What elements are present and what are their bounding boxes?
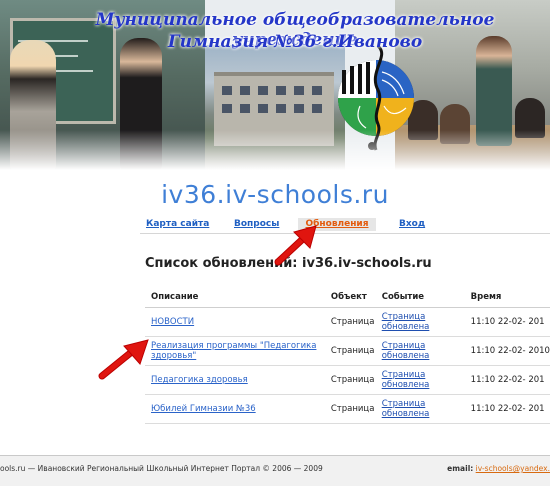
cell-event: Страница обновлена: [375, 365, 465, 395]
table-row: Педагогика здоровья Страница Страница об…: [145, 365, 550, 395]
cell-description: Реализация программы "Педагогика здоровь…: [145, 336, 325, 366]
cell-time: 11:10 22-02- 201: [464, 307, 550, 337]
top-nav: Карта сайта Вопросы Обновления Вход: [140, 215, 550, 234]
row-event-link[interactable]: Страница обновлена: [382, 312, 430, 332]
row-description-link[interactable]: Педагогика здоровья: [151, 375, 248, 385]
updates-table: Описание Объект Событие Время НОВОСТИ Ст…: [145, 287, 550, 424]
cell-description: Педагогика здоровья: [145, 365, 325, 395]
row-description-link[interactable]: Реализация программы "Педагогика здоровь…: [151, 341, 316, 361]
cell-time: 11:10 22-02- 201: [464, 365, 550, 395]
footer-copyright: ools.ru — Ивановский Региональный Школьн…: [0, 464, 323, 473]
cell-time: 11:10 22-02- 2010: [464, 336, 550, 366]
footer-email-link[interactable]: iv-schools@yandex.: [476, 464, 550, 473]
table-row: Реализация программы "Педагогика здоровь…: [145, 336, 550, 366]
nav-sitemap-link[interactable]: Карта сайта: [146, 219, 209, 229]
col-header-object: Объект: [324, 287, 376, 308]
footer-email-label: email:: [447, 464, 474, 473]
cell-event: Страница обновлена: [375, 394, 465, 424]
nav-login-link[interactable]: Вход: [399, 219, 425, 229]
footer: ools.ru — Ивановский Региональный Школьн…: [0, 455, 550, 486]
cell-description: НОВОСТИ: [145, 307, 325, 337]
cell-object: Страница: [324, 365, 376, 395]
cell-description: Юбилей Гимназии №36: [145, 394, 325, 424]
col-header-event: Событие: [375, 287, 465, 308]
cell-event: Страница обновлена: [375, 336, 465, 366]
col-header-time: Время: [464, 287, 550, 308]
cell-object: Страница: [324, 336, 376, 366]
banner-fade: [0, 130, 550, 170]
cell-object: Страница: [324, 394, 376, 424]
banner-title-line2: Гимназия №36 г.Иваново: [167, 32, 423, 52]
red-arrow-icon: [274, 225, 317, 266]
row-event-link[interactable]: Страница обновлена: [382, 341, 430, 361]
table-row: Юбилей Гимназии №36 Страница Страница об…: [145, 394, 550, 424]
row-event-link[interactable]: Страница обновлена: [382, 370, 430, 390]
header-banner: Муниципальное общеобразовательное учрежд…: [0, 0, 550, 170]
cell-time: 11:10 22-02- 201: [464, 394, 550, 424]
table-row: НОВОСТИ Страница Страница обновлена 11:1…: [145, 307, 550, 337]
table-header-row: Описание Объект Событие Время: [145, 287, 550, 308]
cell-event: Страница обновлена: [375, 307, 465, 337]
site-name: iv36.iv-schools.ru: [161, 180, 389, 209]
row-description-link[interactable]: НОВОСТИ: [151, 317, 194, 327]
red-arrow-icon: [98, 339, 149, 380]
footer-email: email: iv-schools@yandex.: [447, 464, 550, 473]
col-header-description: Описание: [145, 287, 325, 308]
row-event-link[interactable]: Страница обновлена: [382, 399, 430, 419]
row-description-link[interactable]: Юбилей Гимназии №36: [151, 404, 256, 414]
cell-object: Страница: [324, 307, 376, 337]
